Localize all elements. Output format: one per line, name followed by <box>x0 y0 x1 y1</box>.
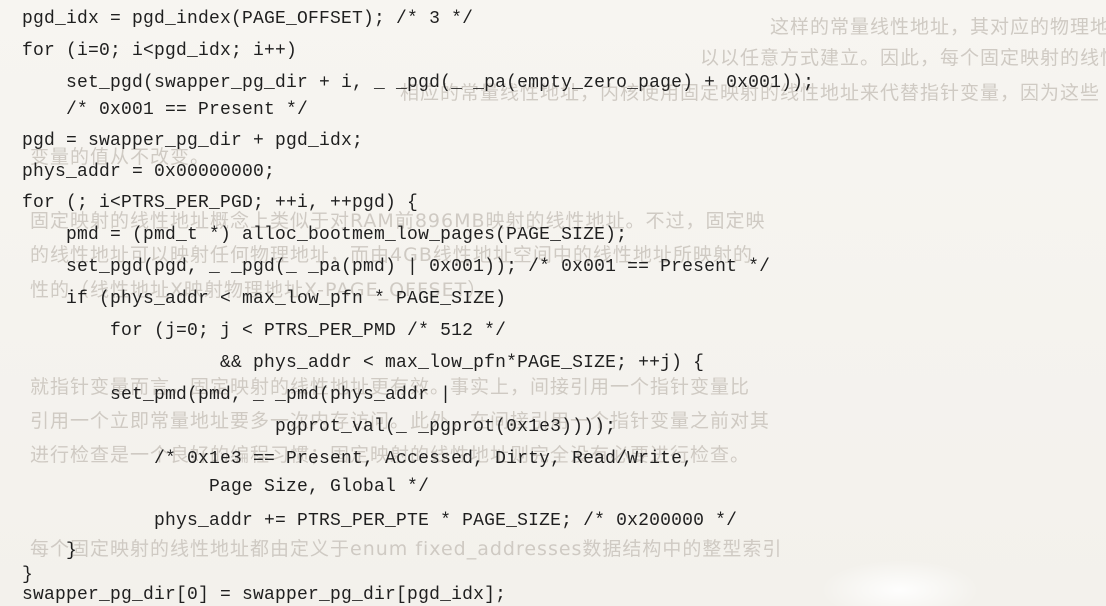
code-line: set_pgd(pgd, _ _pgd(_ _pa(pmd) | 0x001))… <box>22 257 771 277</box>
code-line: phys_addr += PTRS_PER_PTE * PAGE_SIZE; /… <box>22 511 738 531</box>
code-line: && phys_addr < max_low_pfn*PAGE_SIZE; ++… <box>22 353 705 373</box>
ghost-line: 以以任意方式建立。因此，每个固定映射的线性地址都映射到物理内存的一个 <box>700 47 1106 69</box>
ghost-line: 每个固定映射的线性地址都由定义于enum fixed_addresses数据结构… <box>30 538 783 560</box>
code-line: for (j=0; j < PTRS_PER_PMD /* 512 */ <box>22 321 507 341</box>
code-line: pgd = swapper_pg_dir + pgd_idx; <box>22 131 364 151</box>
code-line: pmd = (pmd_t *) alloc_bootmem_low_pages(… <box>22 225 628 245</box>
code-line: /* 0x001 == Present */ <box>22 100 309 120</box>
ghost-line: 这样的常量线性地址，其对应的物理地址不必等于线性地址减去0xc0000000，而 <box>770 16 1106 38</box>
code-line: /* 0x1e3 == Present, Accessed, Dirty, Re… <box>22 449 694 469</box>
code-line: pgprot_val(_ _pgprot(0x1e3)))); <box>22 417 617 437</box>
code-line: swapper_pg_dir[0] = swapper_pg_dir[pgd_i… <box>22 585 507 605</box>
code-line: set_pmd(pmd, _ _pmd(phys_addr | <box>22 385 452 405</box>
code-line: } <box>22 541 78 561</box>
code-line: if (phys_addr < max_low_pfn * PAGE_SIZE) <box>22 289 507 309</box>
code-line: for (i=0; i<pgd_idx; i++) <box>22 41 298 61</box>
code-line: phys_addr = 0x00000000; <box>22 162 276 182</box>
code-line: } <box>22 565 34 585</box>
code-line: Page Size, Global */ <box>22 477 430 497</box>
code-line: set_pgd(swapper_pg_dir + i, _ _pgd(_ _pa… <box>22 73 815 93</box>
book-page: 这样的常量线性地址，其对应的物理地址不必等于线性地址减去0xc0000000，而… <box>0 0 1106 606</box>
code-line: for (; i<PTRS_PER_PGD; ++i, ++pgd) { <box>22 193 419 213</box>
code-line: pgd_idx = pgd_index(PAGE_OFFSET); /* 3 *… <box>22 9 474 29</box>
